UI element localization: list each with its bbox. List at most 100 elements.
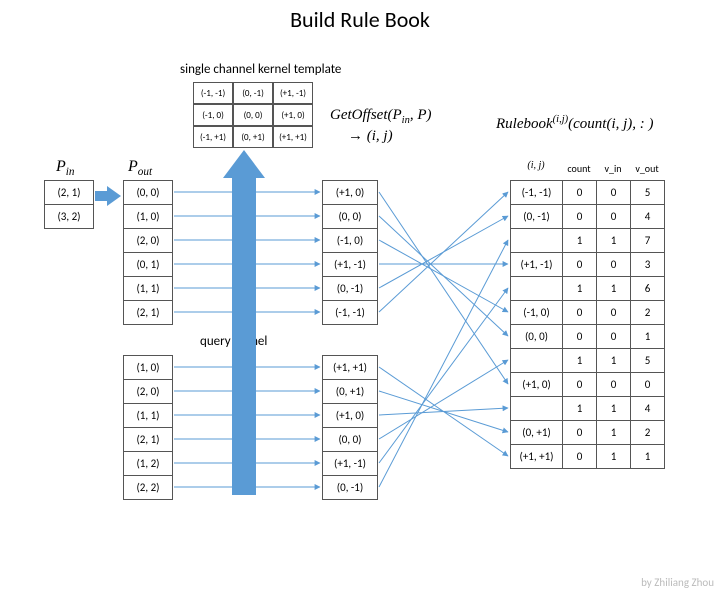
offset-cell: (-1, 0)	[322, 228, 378, 253]
rb-cell: 7	[630, 228, 665, 253]
pout-cell: (2, 1)	[123, 427, 173, 452]
rb-cell: (0, -1)	[510, 204, 563, 229]
kernel-grid: (-1, -1) (0, -1) (+1, -1) (-1, 0) (0, 0)…	[193, 82, 313, 148]
rb-cell: 0	[630, 372, 665, 397]
rulebook-table: (-1, -1)005(0, -1)004117(+1, -1)003116(-…	[510, 180, 664, 468]
offset-cell: (0, 0)	[322, 204, 378, 229]
pout-cell: (1, 0)	[123, 355, 173, 380]
pout-cell: (2, 0)	[123, 379, 173, 404]
big-up-arrow-icon	[223, 150, 265, 495]
rb-cell: 0	[596, 372, 631, 397]
rb-cell: 0	[596, 300, 631, 325]
credit-text: by Zhiliang Zhou	[641, 576, 714, 589]
rb-cell: 0	[596, 204, 631, 229]
kernel-cell: (0, +1)	[233, 126, 273, 148]
offset-cell: (+1, +1)	[322, 355, 378, 380]
kernel-cell: (+1, +1)	[273, 126, 313, 148]
rb-cell: 0	[562, 324, 597, 349]
rb-cell: 0	[596, 180, 631, 205]
pin-column: (2, 1) (3, 2)	[44, 180, 93, 228]
rb-cell: 0	[562, 300, 597, 325]
pout-label: Pout	[128, 158, 152, 178]
pout-top-column: (0, 0) (1, 0) (2, 0) (0, 1) (1, 1) (2, 1…	[123, 180, 172, 324]
pout-cell: (2, 1)	[123, 300, 173, 325]
rb-cell: 3	[630, 252, 665, 277]
rb-cell: 1	[596, 348, 631, 373]
offset-cell: (0, 0)	[322, 427, 378, 452]
rb-hd-vin: v_in	[596, 162, 630, 175]
rb-cell: (+1, -1)	[510, 252, 563, 277]
rb-cell: (-1, -1)	[510, 180, 563, 205]
rb-cell: 1	[630, 444, 665, 469]
pout-cell: (1, 1)	[123, 276, 173, 301]
kernel-cell: (-1, -1)	[193, 82, 233, 104]
kernel-cell: (0, 0)	[233, 104, 273, 126]
rb-cell: 1	[562, 396, 597, 421]
query-kernel-label: query Kernel	[200, 334, 267, 349]
pout-cell: (0, 0)	[123, 180, 173, 205]
rb-cell: 1	[596, 228, 631, 253]
rb-cell: 1	[630, 324, 665, 349]
rb-cell: (+1, +1)	[510, 444, 563, 469]
rb-cell	[510, 276, 563, 301]
rb-hd-count: count	[562, 162, 596, 175]
page-title: Build Rule Book	[0, 6, 720, 33]
rb-cell: 0	[562, 420, 597, 445]
offset-cell: (0, -1)	[322, 475, 378, 500]
pin-cell: (2, 1)	[44, 180, 94, 205]
kernel-template-label: single channel kernel template	[180, 62, 341, 77]
pout-cell: (2, 2)	[123, 475, 173, 500]
pout-cell: (0, 1)	[123, 252, 173, 277]
rb-cell: (-1, 0)	[510, 300, 563, 325]
rb-cell: 0	[562, 180, 597, 205]
rb-cell: 4	[630, 204, 665, 229]
offset-cell: (-1, -1)	[322, 300, 378, 325]
offset-cell: (0, +1)	[322, 379, 378, 404]
rb-cell: 0	[562, 444, 597, 469]
offset-cell: (0, -1)	[322, 276, 378, 301]
getoffset-label-2: → (i, j)	[348, 128, 393, 145]
rb-cell: 2	[630, 300, 665, 325]
rulebook-label: Rulebook(i,j)(count(i, j), : )	[496, 114, 654, 133]
rb-cell	[510, 348, 563, 373]
small-right-arrow-icon	[95, 186, 121, 206]
pin-label: Pin	[56, 158, 74, 178]
rb-cell: 1	[596, 444, 631, 469]
pout-bot-column: (1, 0) (2, 0) (1, 1) (2, 1) (1, 2) (2, 2…	[123, 355, 172, 499]
rb-cell: 5	[630, 348, 665, 373]
rb-cell: 4	[630, 396, 665, 421]
rb-cell: 2	[630, 420, 665, 445]
pout-cell: (1, 1)	[123, 403, 173, 428]
rb-cell: 1	[596, 420, 631, 445]
rb-cell: 1	[562, 348, 597, 373]
rb-cell: (0, 0)	[510, 324, 563, 349]
rb-cell: 6	[630, 276, 665, 301]
rb-cell: 1	[596, 396, 631, 421]
offset-bot-column: (+1, +1) (0, +1) (+1, 0) (0, 0) (+1, -1)…	[322, 355, 377, 499]
pout-cell: (1, 2)	[123, 451, 173, 476]
rb-hd-ij: (i, j)	[510, 160, 562, 171]
rb-cell: 0	[562, 252, 597, 277]
rb-hd-vout: v_out	[630, 162, 664, 175]
kernel-cell: (+1, 0)	[273, 104, 313, 126]
kernel-cell: (-1, +1)	[193, 126, 233, 148]
kernel-cell: (-1, 0)	[193, 104, 233, 126]
offset-cell: (+1, -1)	[322, 451, 378, 476]
kernel-cell: (0, -1)	[233, 82, 273, 104]
pin-cell: (3, 2)	[44, 204, 94, 229]
kernel-cell: (+1, -1)	[273, 82, 313, 104]
rb-cell: 1	[562, 276, 597, 301]
rb-cell: (0, +1)	[510, 420, 563, 445]
rb-cell: (+1, 0)	[510, 372, 563, 397]
getoffset-label-1: GetOffset(Pin, P)	[330, 107, 432, 126]
offset-top-column: (+1, 0) (0, 0) (-1, 0) (+1, -1) (0, -1) …	[322, 180, 377, 324]
rb-cell: 1	[562, 228, 597, 253]
rb-cell: 5	[630, 180, 665, 205]
offset-cell: (+1, -1)	[322, 252, 378, 277]
offset-cell: (+1, 0)	[322, 180, 378, 205]
rb-cell: 0	[562, 204, 597, 229]
pout-cell: (1, 0)	[123, 204, 173, 229]
pout-cell: (2, 0)	[123, 228, 173, 253]
rb-cell: 1	[596, 276, 631, 301]
rb-cell	[510, 228, 563, 253]
